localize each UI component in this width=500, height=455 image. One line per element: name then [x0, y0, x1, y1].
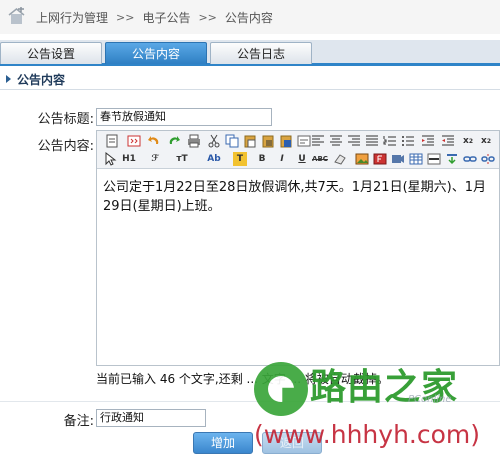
cursor-icon[interactable] — [103, 152, 117, 166]
breadcrumb-item-content: 公告内容 — [224, 10, 273, 25]
spellcheck-icon[interactable] — [297, 134, 311, 148]
watermark-sub: PConline — [408, 394, 452, 405]
remark-label: 备注: — [63, 414, 94, 429]
font-size-dropdown[interactable]: тT — [173, 152, 191, 166]
align-center-icon[interactable] — [329, 134, 343, 148]
tab-notice-log[interactable]: 公告日志 — [210, 42, 312, 64]
title-input[interactable]: 春节放假通知 — [96, 108, 272, 126]
text-color-button[interactable]: Ab — [205, 152, 223, 166]
cut-icon[interactable] — [207, 134, 221, 148]
font-family-dropdown[interactable]: ℱ — [147, 152, 163, 166]
section-title-text: 公告内容 — [17, 72, 66, 87]
editor-toolbar: x2 x2 H1 ℱ тT Ab T B I U ABC — [97, 131, 499, 169]
image-icon[interactable] — [355, 152, 369, 166]
link-icon[interactable] — [463, 152, 477, 166]
char-counter-text: 当前已输入 46 个文字,还剩 ... 文字 ... 将被自动截掉。 — [96, 372, 389, 386]
section-title: 公告内容 — [6, 70, 65, 88]
home-plus-icon — [6, 6, 26, 27]
indent-icon[interactable] — [421, 134, 435, 148]
align-left-icon[interactable] — [311, 134, 325, 148]
undo-icon[interactable] — [147, 134, 161, 148]
content-label: 公告内容: — [37, 139, 94, 154]
section-divider — [0, 89, 500, 90]
ordered-list-icon[interactable] — [383, 134, 397, 148]
paste-word-icon[interactable] — [279, 134, 293, 148]
bold-button[interactable]: B — [255, 152, 269, 166]
breadcrumb-separator: >> — [198, 10, 217, 24]
editor-content[interactable]: 公司定于1月22日至28日放假调休,共7天。1月21日(星期六)、1月29日(星… — [103, 178, 493, 216]
table-icon[interactable] — [409, 152, 423, 166]
superscript-icon[interactable]: x2 — [479, 134, 493, 148]
media-icon[interactable] — [391, 152, 405, 166]
outdent-icon[interactable] — [441, 134, 455, 148]
print-icon[interactable] — [187, 134, 201, 148]
tab-notice-content[interactable]: 公告内容 — [105, 42, 207, 64]
title-label: 公告标题: — [37, 112, 94, 127]
paste-icon[interactable] — [243, 134, 257, 148]
heading-dropdown[interactable]: H1 — [119, 152, 139, 166]
breadcrumb-separator: >> — [116, 10, 135, 24]
horizontal-rule-icon[interactable] — [427, 152, 441, 166]
back-button[interactable]: 返回 — [262, 432, 322, 454]
italic-button[interactable]: I — [275, 152, 289, 166]
rich-text-editor: x2 x2 H1 ℱ тT Ab T B I U ABC 公司定于1月22日至2… — [96, 130, 500, 366]
form-divider — [0, 401, 500, 402]
redo-icon[interactable] — [167, 134, 181, 148]
flash-icon[interactable] — [373, 152, 387, 166]
paste-text-icon[interactable] — [261, 134, 275, 148]
add-button[interactable]: 增加 — [193, 432, 253, 454]
strikethrough-button[interactable]: ABC — [311, 152, 329, 166]
source-icon[interactable] — [105, 134, 119, 148]
watermark-logo-icon — [254, 362, 308, 416]
preview-icon[interactable] — [127, 134, 141, 148]
tab-notice-settings[interactable]: 公告设置 — [0, 42, 102, 64]
breadcrumb: 上网行为管理 >> 电子公告 >> 公告内容 — [0, 0, 500, 34]
justify-icon[interactable] — [365, 134, 379, 148]
bg-color-button[interactable]: T — [233, 152, 247, 166]
align-right-icon[interactable] — [347, 134, 361, 148]
unlink-icon[interactable] — [481, 152, 495, 166]
remark-input[interactable]: 行政通知 — [96, 409, 206, 427]
copy-icon[interactable] — [225, 134, 239, 148]
triangle-right-icon — [6, 75, 11, 83]
underline-button[interactable]: U — [295, 152, 309, 166]
subscript-icon[interactable]: x2 — [461, 134, 475, 148]
page-break-icon[interactable] — [445, 152, 459, 166]
eraser-icon[interactable] — [333, 152, 347, 166]
breadcrumb-item-notice[interactable]: 电子公告 — [142, 9, 190, 26]
breadcrumb-item-behavior[interactable]: 上网行为管理 — [36, 9, 108, 26]
unordered-list-icon[interactable] — [401, 134, 415, 148]
tab-bar: 公告设置 公告内容 公告日志 — [0, 40, 500, 66]
